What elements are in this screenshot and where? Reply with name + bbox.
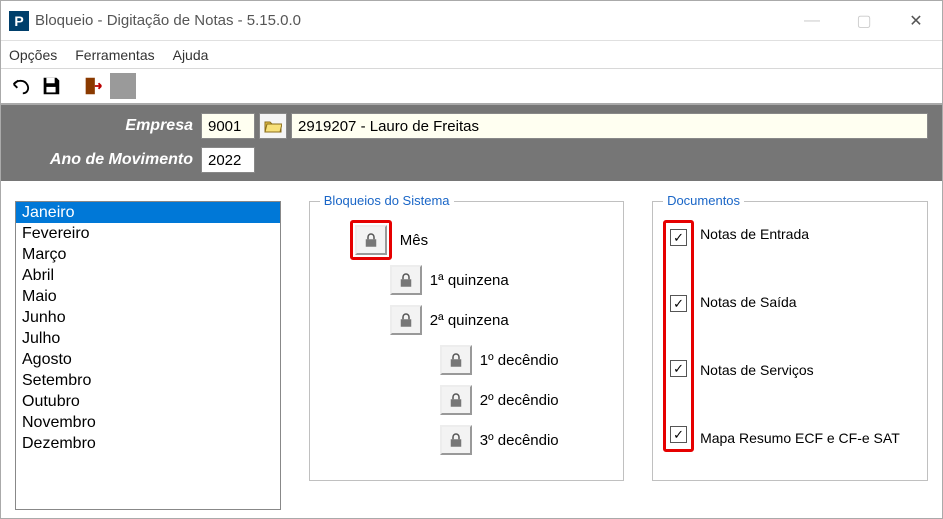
menu-opcoes[interactable]: Opções (9, 47, 57, 63)
lock-q1-button[interactable] (390, 265, 422, 295)
label-d2: 2º decêndio (480, 392, 559, 409)
month-item[interactable]: Outubro (16, 391, 280, 412)
month-item[interactable]: Março (16, 244, 280, 265)
label-mapa-resumo: Mapa Resumo ECF e CF-e SAT (700, 430, 900, 446)
toolbar (1, 69, 942, 105)
lock-q2-button[interactable] (390, 305, 422, 335)
label-notas-saida: Notas de Saída (700, 294, 900, 310)
main-content: Janeiro Fevereiro Março Abril Maio Junho… (1, 181, 942, 518)
label-q2: 2ª quinzena (430, 312, 509, 329)
exit-button[interactable] (79, 72, 107, 100)
group-documentos-legend: Documentos (663, 193, 744, 208)
app-icon: P (9, 11, 29, 31)
empresa-desc: 2919207 - Lauro de Freitas (291, 113, 928, 139)
menubar: Opções Ferramentas Ajuda (1, 41, 942, 69)
check-notas-entrada[interactable]: ✓ (670, 229, 687, 246)
lock-mes-button[interactable] (355, 225, 387, 255)
menu-ajuda[interactable]: Ajuda (173, 47, 209, 63)
label-d3: 3º decêndio (480, 432, 559, 449)
lock-icon (447, 391, 465, 409)
lock-icon (397, 311, 415, 329)
lock-d1-button[interactable] (440, 345, 472, 375)
maximize-button[interactable]: ▢ (838, 1, 890, 41)
label-q1: 1ª quinzena (430, 272, 509, 289)
month-item[interactable]: Agosto (16, 349, 280, 370)
ano-input[interactable]: 2022 (201, 147, 255, 173)
app-window: P Bloqueio - Digitação de Notas - 5.15.0… (0, 0, 943, 519)
ano-label: Ano de Movimento (1, 151, 201, 169)
month-item[interactable]: Abril (16, 265, 280, 286)
door-exit-icon (82, 75, 104, 97)
month-item[interactable]: Novembro (16, 412, 280, 433)
label-notas-servicos: Notas de Serviços (700, 362, 900, 378)
month-list[interactable]: Janeiro Fevereiro Março Abril Maio Junho… (15, 201, 281, 510)
month-item[interactable]: Maio (16, 286, 280, 307)
bloqueios-tree: Mês 1ª quinzena 2ª quinzena (320, 220, 613, 460)
check-notas-servicos[interactable]: ✓ (670, 360, 687, 377)
month-item[interactable]: Fevereiro (16, 223, 280, 244)
undo-button[interactable] (7, 72, 35, 100)
month-item[interactable]: Julho (16, 328, 280, 349)
lock-icon (447, 431, 465, 449)
params-bar: Empresa 9001 2919207 - Lauro de Freitas … (1, 105, 942, 181)
menu-ferramentas[interactable]: Ferramentas (75, 47, 154, 63)
month-item[interactable]: Setembro (16, 370, 280, 391)
group-bloqueios-legend: Bloqueios do Sistema (320, 193, 454, 208)
label-notas-entrada: Notas de Entrada (700, 226, 900, 242)
lock-d2-button[interactable] (440, 385, 472, 415)
empresa-label: Empresa (1, 117, 201, 135)
group-documentos: Documentos ✓ ✓ ✓ ✓ Notas de Entrada Nota… (652, 201, 928, 481)
month-item[interactable]: Junho (16, 307, 280, 328)
undo-icon (10, 75, 32, 97)
empresa-input[interactable]: 9001 (201, 113, 255, 139)
window-title: Bloqueio - Digitação de Notas - 5.15.0.0 (35, 12, 301, 29)
close-button[interactable]: ✕ (890, 1, 942, 41)
lock-d3-button[interactable] (440, 425, 472, 455)
month-item[interactable]: Janeiro (16, 202, 280, 223)
label-mes: Mês (400, 232, 428, 249)
month-item[interactable]: Dezembro (16, 433, 280, 454)
highlight-mes (350, 220, 392, 260)
empresa-lookup-button[interactable] (259, 113, 287, 139)
minimize-button[interactable]: — (786, 1, 838, 41)
highlight-doc-checks: ✓ ✓ ✓ ✓ (663, 220, 694, 452)
label-d1: 1º decêndio (480, 352, 559, 369)
lock-icon (397, 271, 415, 289)
lock-icon (447, 351, 465, 369)
group-bloqueios: Bloqueios do Sistema Mês (309, 201, 624, 481)
check-mapa-resumo[interactable]: ✓ (670, 426, 687, 443)
lock-icon (362, 231, 380, 249)
check-notas-saida[interactable]: ✓ (670, 295, 687, 312)
disabled-tool (109, 72, 137, 100)
save-icon (40, 75, 62, 97)
folder-open-icon (264, 118, 282, 134)
save-button[interactable] (37, 72, 65, 100)
titlebar: P Bloqueio - Digitação de Notas - 5.15.0… (1, 1, 942, 41)
